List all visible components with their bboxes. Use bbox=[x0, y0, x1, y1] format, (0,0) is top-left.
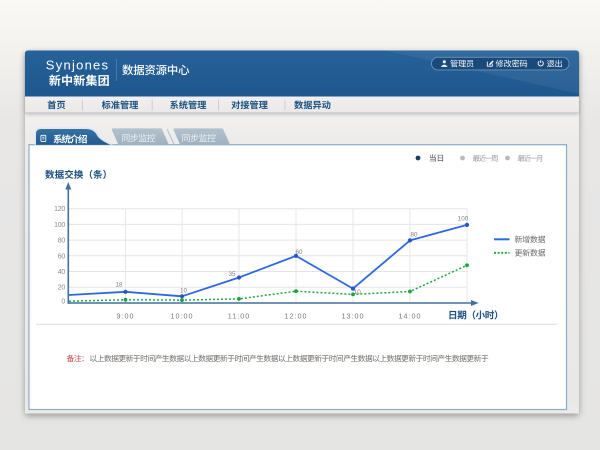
svg-text:9:00: 9:00 bbox=[117, 312, 135, 321]
svg-text:60: 60 bbox=[295, 249, 303, 256]
svg-text:14:00: 14:00 bbox=[399, 312, 422, 321]
svg-text:80: 80 bbox=[58, 238, 66, 245]
svg-text:13:00: 13:00 bbox=[342, 312, 365, 321]
svg-text:18: 18 bbox=[115, 282, 123, 289]
svg-text:Synjones: Synjones bbox=[46, 57, 109, 72]
svg-text:10: 10 bbox=[180, 288, 188, 295]
svg-text:20: 20 bbox=[58, 285, 66, 292]
svg-text:12:00: 12:00 bbox=[285, 312, 308, 321]
svg-text:60: 60 bbox=[58, 253, 66, 260]
svg-text:80: 80 bbox=[410, 231, 418, 238]
svg-text:120: 120 bbox=[54, 206, 65, 213]
svg-text:10: 10 bbox=[354, 289, 362, 296]
svg-text:10:00: 10:00 bbox=[171, 312, 194, 321]
svg-text:0: 0 bbox=[61, 299, 65, 306]
svg-text:11:00: 11:00 bbox=[228, 312, 250, 321]
svg-text:40: 40 bbox=[58, 269, 66, 276]
svg-text:100: 100 bbox=[458, 216, 469, 223]
svg-text:100: 100 bbox=[54, 222, 65, 229]
svg-text:35: 35 bbox=[228, 271, 236, 278]
